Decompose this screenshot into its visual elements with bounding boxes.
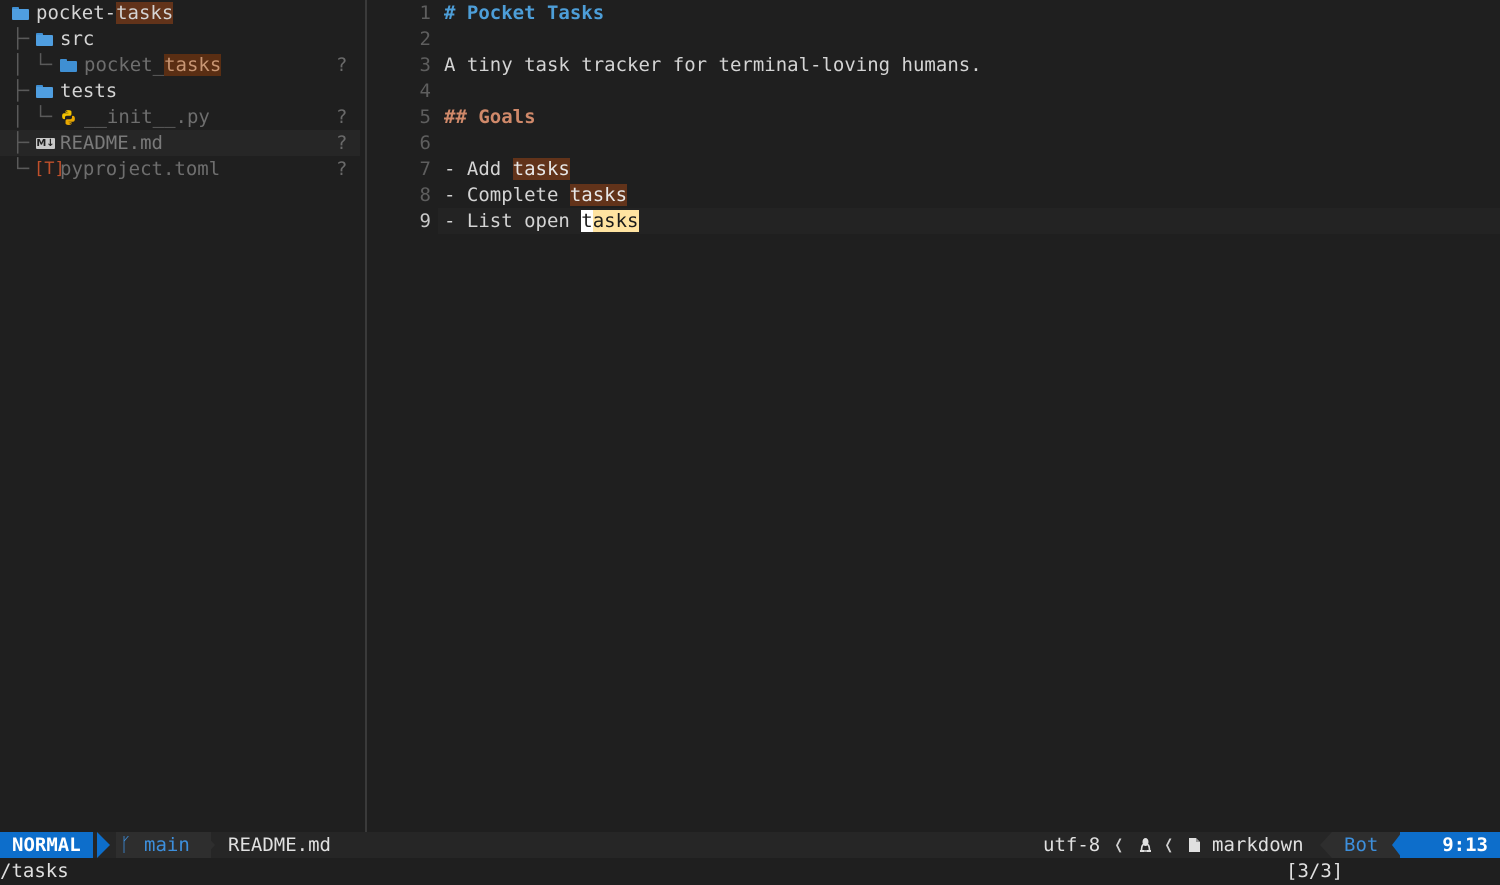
python-icon	[62, 110, 75, 125]
file-type: markdown	[1212, 834, 1304, 856]
code-text: - List open	[444, 210, 582, 232]
git-status-untracked: ?	[336, 54, 348, 76]
line-number: 6	[419, 132, 431, 154]
git-status-untracked: ?	[336, 132, 348, 154]
code-line: - Add tasks	[444, 156, 570, 182]
tree-guide: │ └╴	[12, 106, 58, 128]
folder-icon	[60, 59, 77, 72]
folder-open-icon	[36, 85, 53, 98]
line-number: 3	[419, 54, 431, 76]
command-line[interactable]: /tasks [3/3]	[0, 858, 1500, 885]
tree-guide: ├╴	[12, 132, 35, 154]
separator-arrow	[97, 832, 110, 858]
git-branch-icon: ᚴ	[120, 834, 132, 856]
git-status-untracked: ?	[336, 158, 348, 180]
line-number-current: 9	[419, 210, 431, 232]
tree-item-src[interactable]: ├╴ src	[0, 26, 360, 52]
tree-guide: ├╴	[12, 80, 35, 102]
line-number: 8	[419, 184, 431, 206]
markdown-heading-1: # Pocket Tasks	[444, 2, 605, 24]
markdown-icon: M↓	[36, 138, 55, 149]
tree-root[interactable]: pocket-tasks	[0, 0, 360, 26]
code-line-current: - List open tasks	[444, 208, 639, 234]
code-text: - Complete	[444, 184, 570, 206]
scroll-position: Bot	[1332, 832, 1400, 858]
tree-item-label: src	[60, 28, 95, 50]
markdown-heading-2: ## Goals	[444, 106, 536, 128]
separator-chevron: ❬	[1113, 834, 1125, 856]
tree-guide: ├╴	[12, 28, 35, 50]
tree-item-label-prefix: pocket_	[84, 54, 165, 76]
tree-guide: │ └╴	[12, 54, 58, 76]
git-status-untracked: ?	[336, 106, 348, 128]
search-count: [3/3]	[1286, 860, 1344, 882]
linux-icon	[1140, 838, 1151, 852]
line-number: 2	[419, 28, 431, 50]
tree-item-label: pyproject.toml	[60, 158, 221, 180]
code-line: - Complete tasks	[444, 182, 628, 208]
tree-item-pocket-tasks[interactable]: │ └╴ pocket_tasks ?	[0, 52, 360, 78]
separator-arrow	[1320, 832, 1332, 858]
tree-item-label: pocket_tasks	[84, 52, 222, 78]
search-command: /tasks	[0, 860, 69, 882]
git-branch-name: main	[144, 834, 190, 856]
separator-chevron: ❬	[1163, 834, 1175, 856]
file-explorer: pocket-tasks ├╴ src │ └╴ pocket_tasks ? …	[0, 0, 366, 832]
line-number: 4	[419, 80, 431, 102]
search-match: tasks	[512, 158, 570, 180]
tree-item-label-match: tasks	[164, 54, 222, 76]
text-cursor: t	[581, 210, 593, 232]
search-match: tasks	[569, 184, 628, 206]
code-line: A tiny task tracker for terminal-loving …	[444, 54, 982, 76]
tree-item-pyproject[interactable]: └╴ [T] pyproject.toml ?	[0, 156, 360, 182]
status-line: NORMAL ᚴ main README.md utf-8 ❬ ❬ markdo…	[0, 832, 1500, 858]
git-branch: ᚴ main	[116, 832, 211, 858]
tree-item-label: tests	[60, 80, 118, 102]
code-text: - Add	[444, 158, 513, 180]
tree-item-init-py[interactable]: │ └╴ __init__.py ?	[0, 104, 360, 130]
mode-indicator: NORMAL	[0, 832, 93, 858]
pane-divider[interactable]	[365, 0, 367, 832]
current-file-name: README.md	[228, 834, 331, 856]
folder-open-icon	[36, 33, 53, 46]
file-icon	[1189, 838, 1200, 852]
line-number: 7	[419, 158, 431, 180]
tree-item-tests[interactable]: ├╴ tests	[0, 78, 360, 104]
tree-item-readme[interactable]: ├╴ M↓ README.md ?	[0, 130, 360, 156]
separator-arrow	[203, 832, 215, 858]
line-number: 1	[419, 2, 431, 24]
line-number: 5	[419, 106, 431, 128]
tree-item-label: __init__.py	[84, 106, 210, 128]
search-match-current: asks	[592, 210, 639, 232]
tree-item-label: README.md	[60, 132, 163, 154]
tree-root-match: tasks	[116, 2, 174, 24]
cursor-position: 9:13	[1400, 832, 1500, 858]
tree-root-prefix: pocket-	[36, 2, 117, 24]
folder-open-icon	[12, 7, 29, 20]
tree-root-label: pocket-tasks	[36, 0, 174, 26]
tree-guide: └╴	[12, 158, 35, 180]
file-encoding: utf-8	[1043, 834, 1101, 856]
